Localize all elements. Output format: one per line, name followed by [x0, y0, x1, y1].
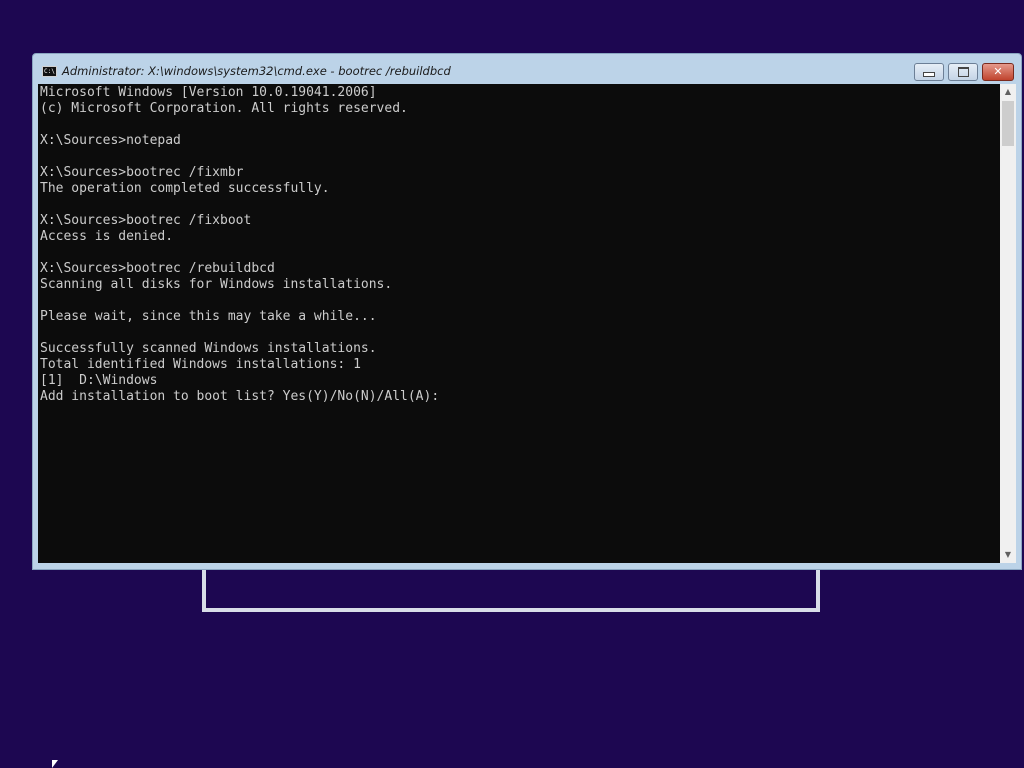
console-line: Total identified Windows installations: … [40, 357, 361, 372]
title-bar[interactable]: C:\ Administrator: X:\windows\system32\c… [33, 54, 1021, 84]
scroll-up-icon[interactable]: ▲ [1000, 84, 1016, 100]
console-line: X:\Sources>notepad [40, 133, 181, 148]
console-line: Access is denied. [40, 229, 174, 244]
desktop: C:\ Administrator: X:\windows\system32\c… [0, 0, 1024, 768]
window-title: Administrator: X:\windows\system32\cmd.e… [62, 64, 451, 78]
console-line: Add installation to boot list? Yes(Y)/No… [40, 389, 440, 404]
console-line: The operation completed successfully. [40, 181, 330, 196]
console-line: X:\Sources>bootrec /fixmbr [40, 165, 244, 180]
cmd-icon: C:\ [42, 66, 57, 77]
console-line: [1] D:\Windows [40, 373, 158, 388]
console-line: (c) Microsoft Corporation. All rights re… [40, 101, 408, 116]
console-line: Please wait, since this may take a while… [40, 309, 377, 324]
minimize-icon [923, 72, 935, 77]
mouse-cursor-icon [52, 760, 58, 768]
console-line: Scanning all disks for Windows installat… [40, 277, 393, 292]
maximize-button[interactable] [948, 63, 978, 81]
console-line: Microsoft Windows [Version 10.0.19041.20… [40, 85, 377, 100]
close-button[interactable]: ✕ [982, 63, 1014, 81]
console-line: X:\Sources>bootrec /fixboot [40, 213, 252, 228]
close-icon: ✕ [993, 65, 1003, 78]
console-output[interactable]: Microsoft Windows [Version 10.0.19041.20… [38, 84, 1000, 563]
cmd-window[interactable]: C:\ Administrator: X:\windows\system32\c… [32, 53, 1022, 570]
vertical-scrollbar[interactable]: ▲ ▼ [1000, 84, 1016, 563]
console-line: Successfully scanned Windows installatio… [40, 341, 377, 356]
scrollbar-thumb[interactable] [1002, 101, 1014, 146]
console-lines: Microsoft Windows [Version 10.0.19041.20… [40, 85, 439, 405]
minimize-button[interactable] [914, 63, 944, 81]
scroll-down-icon[interactable]: ▼ [1000, 547, 1016, 563]
console-line: X:\Sources>bootrec /rebuildbcd [40, 261, 275, 276]
maximize-icon [957, 67, 969, 77]
